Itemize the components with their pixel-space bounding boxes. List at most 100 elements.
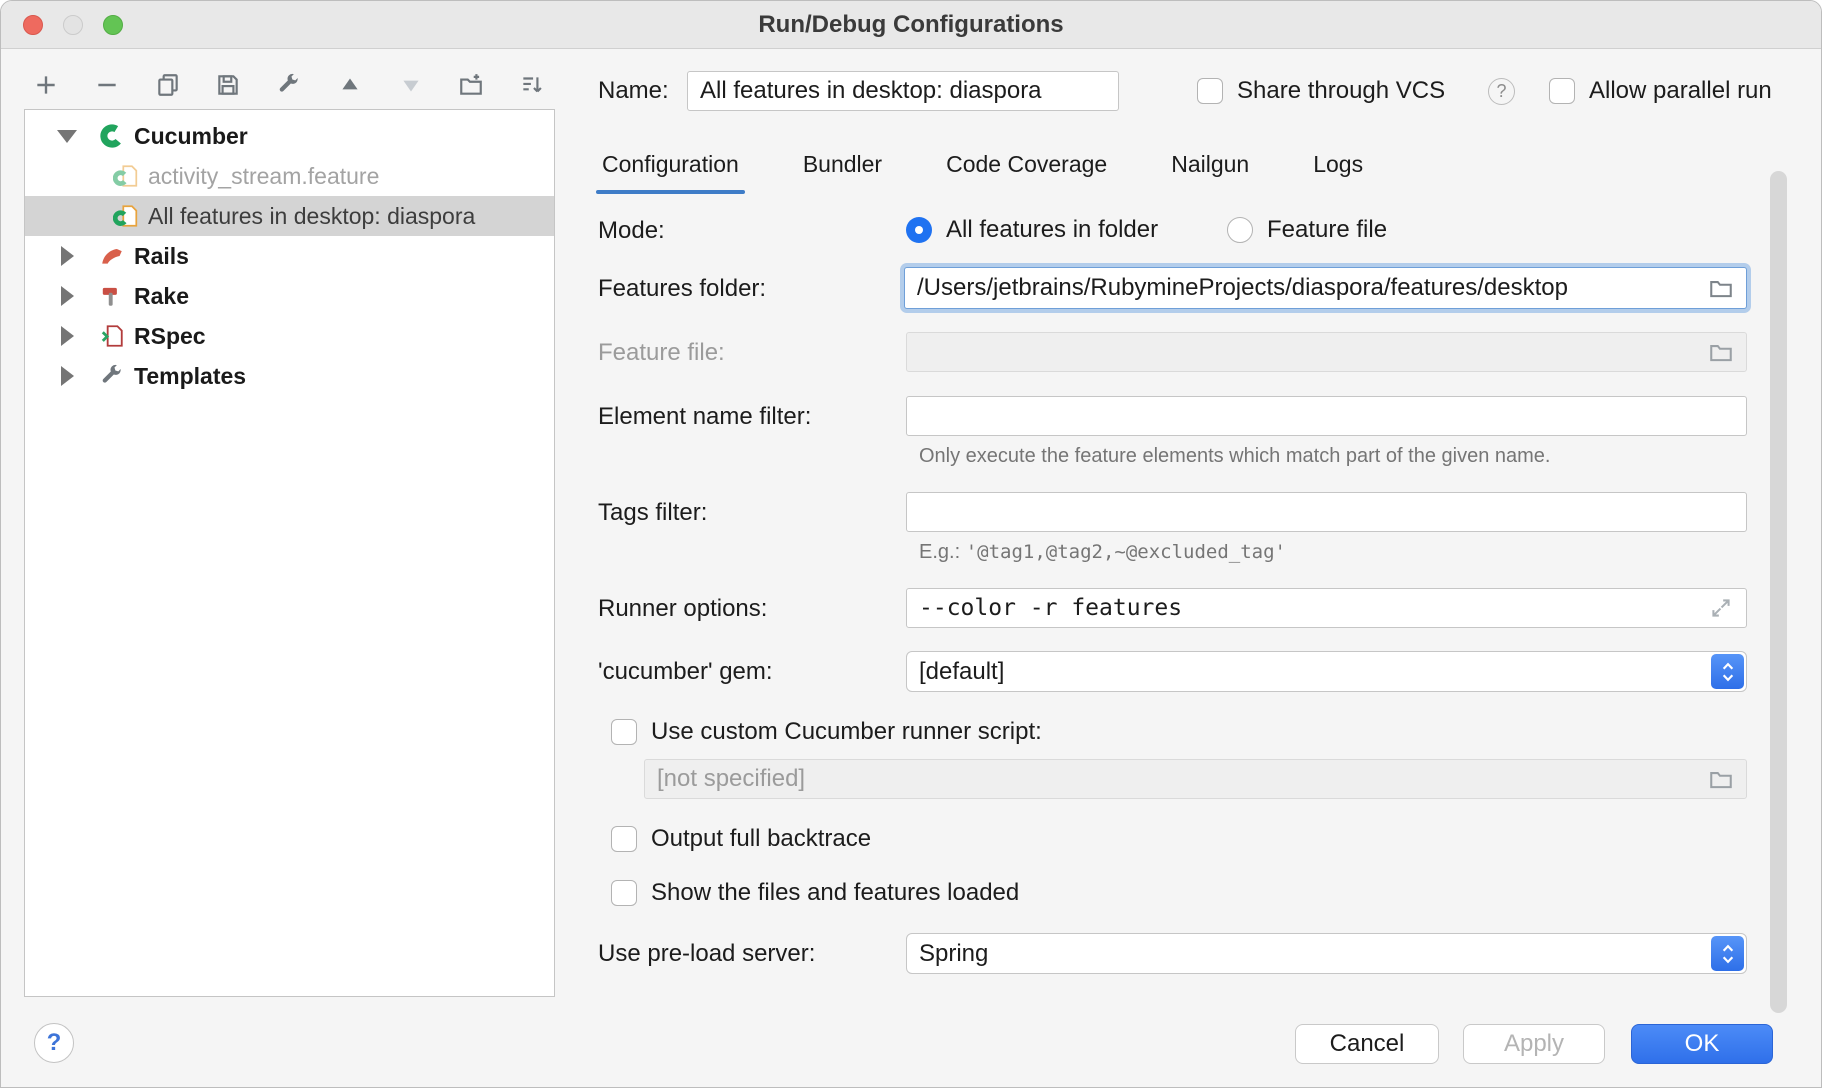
move-down-icon[interactable] [396,70,426,100]
name-input[interactable] [687,71,1119,111]
runner-options-value: --color -r features [919,595,1708,621]
custom-runner-path-input: [not specified] [644,759,1747,799]
run-debug-configurations-dialog: Run/Debug Configurations Cucumber [0,0,1822,1088]
tab-logs[interactable]: Logs [1309,149,1367,194]
tags-filter-hint-example: '@tag1,@tag2,~@excluded_tag' [966,541,1286,563]
tree-item-templates[interactable]: Templates [25,356,554,396]
tree-item-label: Templates [134,363,246,390]
share-vcs-checkbox[interactable] [1197,78,1223,104]
name-label: Name: [598,76,669,106]
tree-item-activity-stream[interactable]: activity_stream.feature [25,156,554,196]
rake-icon [99,283,125,309]
feature-file-input [906,332,1747,372]
cucumber-gem-label: 'cucumber' gem: [598,657,773,687]
sort-icon[interactable] [517,70,547,100]
feature-file-label: Feature file: [598,338,725,368]
tree-item-all-features-selected[interactable]: All features in desktop: diaspora [25,196,554,236]
tags-filter-label: Tags filter: [598,498,707,528]
move-up-icon[interactable] [335,70,365,100]
window-title: Run/Debug Configurations [1,1,1821,49]
tree-item-label: All features in desktop: diaspora [148,203,475,230]
dropdown-stepper-icon[interactable] [1711,654,1744,689]
custom-runner-label: Use custom Cucumber runner script: [651,718,1042,746]
show-files-option[interactable]: Show the files and features loaded [611,879,1019,907]
tree-item-rails[interactable]: Rails [25,236,554,276]
radio-unselected-icon[interactable] [1227,217,1253,243]
preload-server-label: Use pre-load server: [598,939,815,969]
vertical-scrollbar[interactable] [1770,171,1787,1013]
tree-item-label: Rake [134,283,189,310]
tree-item-label: RSpec [134,323,206,350]
help-button[interactable]: ? [34,1023,74,1063]
templates-wrench-icon [99,363,125,389]
settings-tabs: Configuration Bundler Code Coverage Nail… [598,149,1367,194]
features-folder-input[interactable]: /Users/jetbrains/RubymineProjects/diaspo… [904,267,1747,309]
radio-selected-icon[interactable] [906,217,932,243]
runner-options-input[interactable]: --color -r features [906,588,1747,628]
tree-item-label: activity_stream.feature [148,163,379,190]
folder-browse-icon [1708,339,1734,365]
tab-configuration[interactable]: Configuration [598,149,743,194]
dropdown-stepper-icon[interactable] [1711,936,1744,971]
mode-all-features-option[interactable]: All features in folder [906,216,1158,244]
share-vcs-label: Share through VCS [1237,77,1445,105]
features-folder-label: Features folder: [598,274,766,304]
tags-filter-input[interactable] [906,492,1747,532]
tab-bundler[interactable]: Bundler [799,149,886,194]
parallel-run-checkbox[interactable] [1549,78,1575,104]
tree-item-rspec[interactable]: RSpec [25,316,554,356]
mode-label: Mode: [598,216,665,246]
tree-item-label: Cucumber [134,123,248,150]
element-filter-input[interactable] [906,396,1747,436]
tab-code-coverage[interactable]: Code Coverage [942,149,1111,194]
new-folder-icon[interactable] [456,70,486,100]
preload-server-value: Spring [919,940,988,968]
copy-icon[interactable] [153,70,183,100]
output-backtrace-option[interactable]: Output full backtrace [611,825,871,853]
output-backtrace-checkbox[interactable] [611,826,637,852]
chevron-collapsed-icon[interactable] [57,246,77,266]
tree-item-rake[interactable]: Rake [25,276,554,316]
configurations-toolbar [31,63,547,107]
tags-filter-hint-prefix: E.g.: [919,541,960,563]
edit-wrench-icon[interactable] [274,70,304,100]
cucumber-icon [99,123,125,149]
apply-button[interactable]: Apply [1463,1024,1605,1064]
element-filter-label: Element name filter: [598,402,811,432]
preload-server-select[interactable]: Spring [906,933,1747,974]
show-files-checkbox[interactable] [611,880,637,906]
share-vcs-help-icon[interactable]: ? [1488,78,1515,105]
configurations-tree: Cucumber activity_stream.feature All fea… [24,109,555,997]
mode-option-label: Feature file [1267,216,1387,244]
chevron-collapsed-icon[interactable] [57,366,77,386]
cucumber-gem-select[interactable]: [default] [906,651,1747,692]
tree-item-label: Rails [134,243,189,270]
custom-runner-option[interactable]: Use custom Cucumber runner script: [611,718,1042,746]
folder-browse-icon [1708,766,1734,792]
show-files-label: Show the files and features loaded [651,879,1019,907]
rspec-icon [99,323,125,349]
save-icon[interactable] [213,70,243,100]
element-filter-hint: Only execute the feature elements which … [919,445,1550,468]
mode-option-label: All features in folder [946,216,1158,244]
features-folder-value: /Users/jetbrains/RubymineProjects/diaspo… [917,274,1708,302]
chevron-collapsed-icon[interactable] [57,286,77,306]
remove-icon[interactable] [92,70,122,100]
custom-runner-checkbox[interactable] [611,719,637,745]
tree-item-cucumber[interactable]: Cucumber [25,116,554,156]
runner-options-label: Runner options: [598,594,767,624]
parallel-run-option[interactable]: Allow parallel run [1549,77,1772,105]
chevron-expanded-icon[interactable] [57,130,77,143]
titlebar: Run/Debug Configurations [1,1,1821,49]
add-icon[interactable] [31,70,61,100]
ok-button[interactable]: OK [1631,1024,1773,1064]
cucumber-gem-value: [default] [919,658,1004,686]
expand-icon[interactable] [1708,595,1734,621]
tab-nailgun[interactable]: Nailgun [1167,149,1253,194]
cancel-button[interactable]: Cancel [1295,1024,1439,1064]
parallel-run-label: Allow parallel run [1589,77,1772,105]
share-vcs-option[interactable]: Share through VCS [1197,77,1445,105]
folder-browse-icon[interactable] [1708,275,1734,301]
mode-feature-file-option[interactable]: Feature file [1227,216,1387,244]
chevron-collapsed-icon[interactable] [57,326,77,346]
